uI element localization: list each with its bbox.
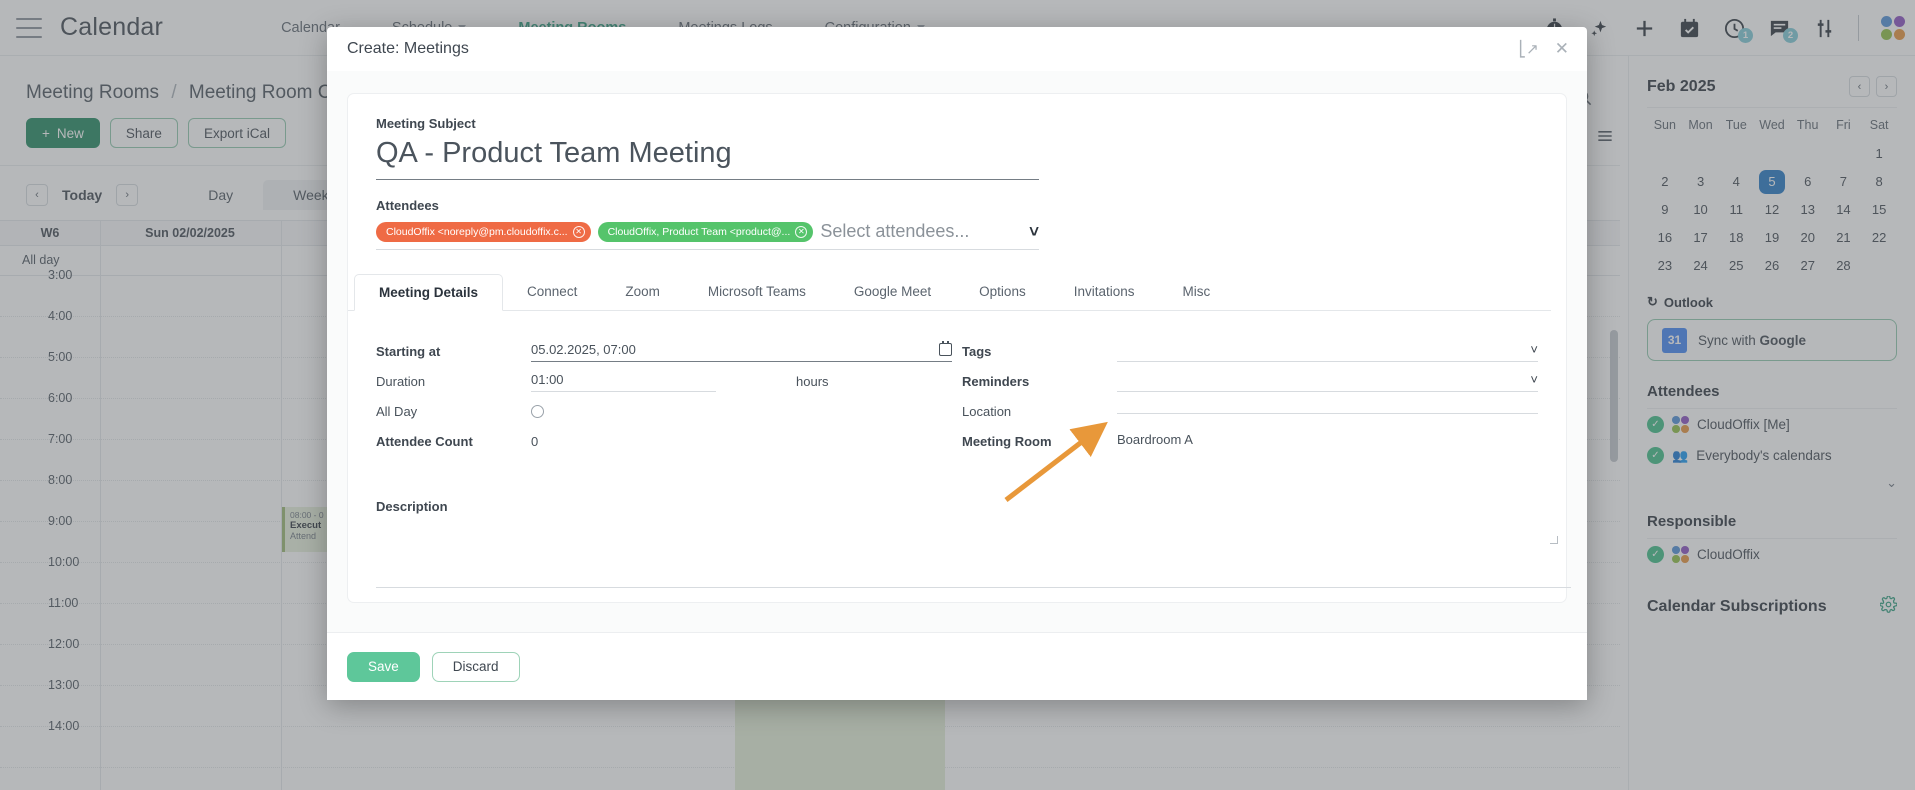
field-duration: Duration 01:00 hours [376,367,952,396]
location-input[interactable] [1117,409,1538,414]
maximize-icon[interactable]: ⎣↗ [1519,40,1539,58]
textarea-resize-handle[interactable] [1550,536,1558,544]
attendees-label: Attendees [376,198,439,213]
form-fields: Starting at 05.02.2025, 07:00 Duration 0… [376,311,1538,457]
reminders-label: Reminders [962,374,1030,389]
field-starting-at: Starting at 05.02.2025, 07:00 [376,337,952,366]
remove-attendee-icon[interactable]: ✕ [572,225,585,238]
tags-input[interactable]: ˅ [1117,342,1538,362]
dialog-body: Meeting Subject Attendees CloudOffix <no… [327,71,1587,632]
chevron-down-icon[interactable]: ˅ [1530,342,1538,357]
attendees-chip-row[interactable]: CloudOffix <noreply@pm.cloudoffix.c... ✕… [376,221,1039,250]
tab-google-meet[interactable]: Google Meet [830,274,955,310]
dialog-title: Create: Meetings [347,40,469,57]
all-day-label: All Day [376,404,418,419]
dialog-window-controls: ⎣↗ ✕ [1519,39,1569,59]
remove-attendee-icon[interactable]: ✕ [795,225,808,238]
tab-connect[interactable]: Connect [503,274,601,310]
form-column-left: Starting at 05.02.2025, 07:00 Duration 0… [376,337,952,457]
app-root: Calendar Calendar Schedule Meeting Rooms… [0,0,1915,790]
field-meeting-room: Meeting Room Boardroom A [962,427,1538,456]
starting-at-label: Starting at [376,344,441,359]
tab-zoom[interactable]: Zoom [601,274,684,310]
dialog-tabs: Meeting Details Connect Zoom Microsoft Team… [348,274,1551,311]
tab-misc[interactable]: Misc [1159,274,1235,310]
attendees-field-group: Attendees CloudOffix <noreply@pm.cloudof… [376,198,1538,250]
description-label: Description [376,499,448,514]
meeting-subject-label: Meeting Subject [376,116,476,131]
attendee-chip-text: CloudOffix <noreply@pm.cloudoffix.c... [386,225,568,238]
location-label: Location [962,404,1012,419]
attendee-count-value: 0 [531,434,539,449]
tab-microsoft-teams[interactable]: Microsoft Teams [684,274,830,310]
field-reminders: Reminders ˅ [962,367,1538,396]
field-tags: Tags ˅ [962,337,1538,366]
duration-input[interactable]: 01:00 [531,372,716,392]
description-textarea[interactable] [376,536,1571,588]
reminders-input[interactable]: ˅ [1117,372,1538,392]
starting-at-value: 05.02.2025, 07:00 [531,341,636,357]
chevron-down-icon[interactable]: ˅ [1530,372,1538,387]
attendee-chip-text: CloudOffix, Product Team <product@... [607,225,791,238]
tags-label: Tags [962,344,992,359]
duration-label: Duration [376,374,426,389]
meeting-room-label: Meeting Room [962,434,1052,449]
starting-at-input[interactable]: 05.02.2025, 07:00 [531,340,952,362]
field-location: Location [962,397,1538,426]
meeting-room-value[interactable]: Boardroom A [1117,432,1538,451]
field-attendee-count: Attendee Count 0 [376,427,952,456]
tab-invitations[interactable]: Invitations [1050,274,1159,310]
attendee-chip[interactable]: CloudOffix <noreply@pm.cloudoffix.c... ✕ [376,221,591,242]
field-all-day: All Day [376,397,952,426]
form-column-right: Tags ˅ Reminders ˅ Location Meeting Room… [962,337,1538,457]
dialog-footer: Save Discard [327,632,1587,700]
meeting-subject-input[interactable] [376,131,1039,180]
attendee-chip[interactable]: CloudOffix, Product Team <product@... ✕ [597,221,814,242]
calendar-picker-icon[interactable] [939,340,952,356]
chevron-down-icon[interactable]: ˅ [1029,222,1039,242]
all-day-toggle[interactable] [531,405,544,418]
tab-meeting-details[interactable]: Meeting Details [354,274,504,311]
attendees-placeholder[interactable]: Select attendees... [820,221,1029,242]
close-icon[interactable]: ✕ [1555,39,1569,59]
attendee-count-label: Attendee Count [376,434,473,449]
save-button[interactable]: Save [347,651,420,682]
discard-button[interactable]: Discard [431,651,520,682]
dialog-header: Create: Meetings ⎣↗ ✕ [327,27,1587,71]
dialog-form-card: Meeting Subject Attendees CloudOffix <no… [347,93,1571,603]
tab-options[interactable]: Options [955,274,1050,310]
create-meeting-dialog: Create: Meetings ⎣↗ ✕ Meeting Subject At… [327,27,1587,700]
duration-unit-label: hours [796,374,829,389]
